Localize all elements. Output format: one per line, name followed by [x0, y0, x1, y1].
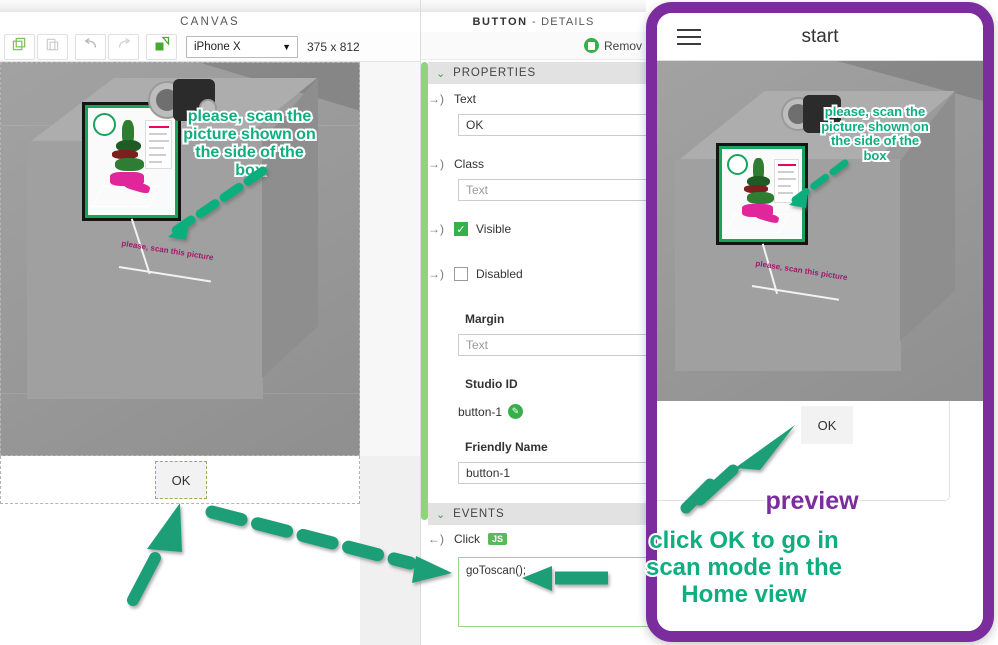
studio-id-value: button-1 [458, 404, 503, 419]
canvas-bottom-area [0, 504, 360, 645]
layers-icon [154, 36, 170, 57]
details-panel-title: BUTTON - DETAILS [421, 12, 646, 32]
binding-out-icon[interactable]: →) [428, 157, 446, 171]
copy-icon [12, 37, 27, 57]
property-row-class: →) Class [428, 157, 646, 171]
undo-icon [83, 37, 99, 56]
canvas-right-gap [360, 62, 420, 645]
property-label-visible: Visible [476, 222, 512, 236]
canvas-panel-title: CANVAS [0, 12, 420, 32]
binding-out-icon[interactable]: →) [428, 267, 446, 281]
property-row-disabled: →) Disabled [428, 267, 646, 281]
details-scrollbar-thumb[interactable] [421, 62, 428, 520]
js-badge[interactable]: JS [488, 533, 508, 545]
events-section-label: EVENTS [453, 508, 505, 520]
class-input[interactable]: Text [458, 179, 658, 201]
chevron-down-icon: ▼ [282, 41, 291, 52]
chevron-down-icon: ⌄ [436, 508, 447, 521]
remove-button-label: Remov [603, 38, 642, 53]
details-action-bar: Remov [421, 32, 646, 60]
phone-marker-image [722, 149, 802, 239]
redo-icon [116, 37, 132, 56]
redo-button[interactable] [108, 33, 139, 60]
phone-ok-button[interactable]: OK [801, 406, 853, 444]
property-label-friendly-name: Friendly Name [465, 440, 548, 454]
remove-button[interactable]: Remov [583, 38, 642, 53]
app-root: CANVAS iPhone X ▼ 375 x 812 please, scan… [0, 0, 998, 645]
canvas-annotation-text: please, scan the picture shown on the si… [181, 106, 317, 181]
canvas-top-strip [0, 0, 420, 12]
property-label-margin: Margin [465, 312, 505, 326]
property-row-visible: →) ✓ Visible [428, 222, 646, 236]
details-title-suffix: - DETAILS [527, 16, 595, 28]
friendly-name-input[interactable]: button-1 [458, 462, 658, 484]
canvas-ok-button[interactable]: OK [155, 461, 207, 499]
canvas-toolbar: iPhone X ▼ 375 x 812 [0, 32, 420, 62]
device-select-value: iPhone X [194, 40, 241, 53]
layers-button[interactable] [146, 33, 177, 60]
chevron-down-icon: ⌄ [436, 67, 447, 80]
marker-part-green-mid [747, 192, 774, 204]
property-label-class: Class [454, 157, 485, 171]
details-title-object: BUTTON [472, 16, 528, 28]
properties-section-header[interactable]: ⌄ PROPERTIES [428, 62, 646, 84]
visible-checkbox[interactable]: ✓ [454, 222, 468, 236]
paste-button[interactable] [37, 33, 68, 60]
paste-icon [45, 37, 60, 57]
text-input[interactable]: OK [458, 114, 658, 136]
marker-side-panel [774, 159, 799, 203]
preview-annotation: preview [763, 485, 860, 517]
details-top-strip [421, 0, 646, 12]
marker-logo-icon [93, 113, 116, 136]
binding-out-icon[interactable]: →) [428, 222, 446, 236]
canvas-dimensions: 375 x 812 [307, 39, 360, 54]
phone-page-title: start [801, 25, 839, 47]
copy-button[interactable] [4, 33, 35, 60]
phone-annotation-text: please, scan the picture shown on the si… [819, 102, 931, 164]
property-label-text: Text [454, 92, 477, 106]
marker-part-green-mid [115, 158, 144, 171]
marker-logo-icon [727, 154, 748, 175]
properties-section-label: PROPERTIES [453, 67, 537, 79]
marker-ground-plate [90, 186, 162, 207]
phone-scan-marker [716, 143, 808, 245]
property-row-text: →) Text [428, 92, 646, 106]
canvas-right-gap-top [360, 62, 420, 456]
events-section-header[interactable]: ⌄ EVENTS [428, 503, 646, 525]
device-select[interactable]: iPhone X ▼ [186, 35, 298, 58]
disabled-checkbox[interactable] [454, 267, 468, 281]
instruction-annotation: click OK to go in scan mode in the Home … [644, 525, 844, 609]
canvas-panel: CANVAS iPhone X ▼ 375 x 812 please, scan… [0, 0, 420, 645]
event-label-click: Click [454, 532, 480, 546]
edit-pencil-icon[interactable]: ✎ [508, 404, 524, 419]
binding-out-icon[interactable]: →) [428, 92, 446, 106]
trash-icon [583, 38, 599, 53]
studio-id-value-group: button-1 ✎ [458, 404, 524, 419]
property-label-disabled: Disabled [476, 267, 523, 281]
hamburger-menu-icon[interactable] [677, 24, 701, 50]
margin-input[interactable]: Text [458, 334, 658, 356]
binding-in-icon[interactable]: ←) [428, 532, 446, 546]
phone-header: start [657, 13, 983, 61]
undo-button[interactable] [75, 33, 106, 60]
property-label-studio-id: Studio ID [465, 377, 518, 391]
